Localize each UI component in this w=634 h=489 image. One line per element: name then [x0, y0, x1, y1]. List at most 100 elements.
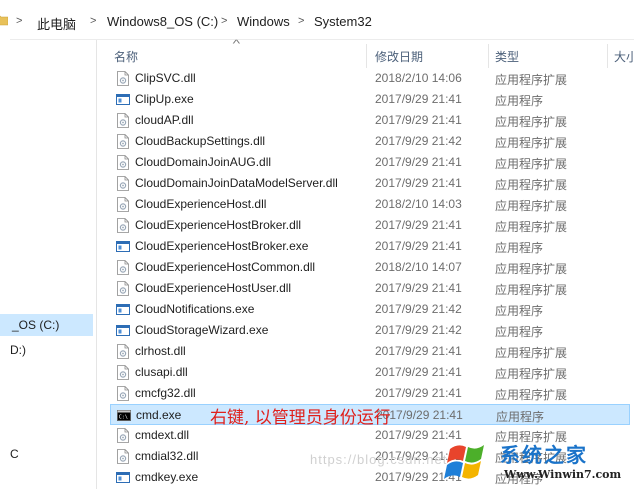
- dll-icon: [116, 113, 130, 128]
- file-type: 应用程序扩展: [495, 136, 568, 150]
- file-name: CloudExperienceHostBroker.dll: [135, 218, 302, 232]
- file-type: 应用程序: [496, 410, 545, 424]
- file-date: 2018/2/10 14:06: [375, 71, 462, 85]
- breadcrumb-separator: >: [16, 15, 23, 27]
- nav-item-c[interactable]: C: [0, 443, 93, 465]
- file-type: 应用程序扩展: [495, 262, 568, 276]
- file-type: 应用程序: [495, 325, 544, 339]
- breadcrumb-separator: >: [298, 15, 305, 27]
- file-date: 2017/9/29 21:41: [375, 239, 462, 253]
- breadcrumb-windows[interactable]: Windows: [237, 14, 290, 29]
- file-row[interactable]: CloudStorageWizard.exe 2017/9/29 21:42 应用程…: [110, 320, 630, 341]
- file-date: 2017/9/29 21:41: [375, 176, 462, 190]
- breadcrumb-drive-c[interactable]: Windows8_OS (C:): [107, 14, 218, 29]
- file-row[interactable]: CloudExperienceHostBroker.exe 2017/9/29 2…: [110, 236, 630, 257]
- column-date[interactable]: 修改日期: [375, 48, 423, 65]
- breadcrumb-system32[interactable]: System32: [314, 14, 372, 29]
- file-name: cmdext.dll: [135, 428, 190, 442]
- exe-icon: [116, 239, 130, 254]
- dll-icon: [116, 218, 130, 233]
- navigation-pane[interactable]: _OS (C:) D:) C: [0, 40, 97, 489]
- file-date: 2018/2/10 14:07: [375, 260, 462, 274]
- column-divider[interactable]: [366, 44, 367, 68]
- file-date: 2017/9/29 21:41: [375, 365, 462, 379]
- nav-item-drive-c[interactable]: _OS (C:): [0, 314, 93, 336]
- file-row[interactable]: ClipUp.exe 2017/9/29 21:41 应用程序: [110, 89, 630, 110]
- file-name: CloudNotifications.exe: [135, 302, 255, 316]
- file-date: 2017/9/29 21:41: [375, 281, 462, 295]
- file-type: 应用程序扩展: [495, 115, 568, 129]
- file-name: CloudDomainJoinDataModelServer.dll: [135, 176, 338, 190]
- file-type: 应用程序扩展: [495, 388, 568, 402]
- dll-icon: [116, 281, 130, 296]
- cmd-icon: C:\: [117, 408, 131, 423]
- dll-icon: [116, 386, 130, 401]
- file-name: cmcfg32.dll: [135, 386, 196, 400]
- file-name: cmd.exe: [136, 408, 182, 422]
- file-name: CloudExperienceHostCommon.dll: [135, 260, 316, 274]
- file-type: 应用程序扩展: [495, 283, 568, 297]
- file-name: clusapi.dll: [135, 365, 188, 379]
- file-row[interactable]: CloudBackupSettings.dll 2017/9/29 21:42 应用…: [110, 131, 630, 152]
- file-name: cmdial32.dll: [135, 449, 199, 463]
- address-bar[interactable]: > 此电脑 > Windows8_OS (C:) > Windows > Sys…: [0, 0, 634, 40]
- file-date: 2017/9/29 21:41: [375, 218, 462, 232]
- file-name: CloudExperienceHostBroker.exe: [135, 239, 309, 253]
- column-size[interactable]: 大小: [614, 48, 634, 65]
- file-row[interactable]: CloudExperienceHost.dll 2018/2/10 14:03 应用…: [110, 194, 630, 215]
- file-row[interactable]: CloudExperienceHostUser.dll 2017/9/29 21:…: [110, 278, 630, 299]
- exe-icon: [116, 470, 130, 485]
- file-type: 应用程序扩展: [495, 157, 568, 171]
- breadcrumb-this-pc[interactable]: 此电脑: [37, 14, 76, 33]
- dll-icon: [116, 365, 130, 380]
- watermark-url: https://blog.csdn.net: [310, 452, 448, 467]
- exe-icon: [116, 92, 130, 107]
- windows-logo-icon: [444, 445, 484, 479]
- dll-icon: [116, 134, 130, 149]
- file-date: 2017/9/29 21:42: [375, 134, 462, 148]
- column-header: ^ 名称 修改日期 类型 大小: [110, 39, 634, 68]
- file-row[interactable]: CloudExperienceHostBroker.dll 2017/9/29 2…: [110, 215, 630, 236]
- file-date: 2017/9/29 21:41: [375, 155, 462, 169]
- file-type: 应用程序扩展: [495, 73, 568, 87]
- dll-icon: [116, 428, 130, 443]
- file-row[interactable]: clusapi.dll 2017/9/29 21:41 应用程序扩展: [110, 362, 630, 383]
- folder-icon: [0, 15, 8, 26]
- dll-icon: [116, 71, 130, 86]
- file-row[interactable]: ClipSVC.dll 2018/2/10 14:06 应用程序扩展: [110, 68, 630, 89]
- sort-ascending-icon: ^: [232, 39, 241, 50]
- dll-icon: [116, 260, 130, 275]
- file-row[interactable]: cmcfg32.dll 2017/9/29 21:41 应用程序扩展: [110, 383, 630, 404]
- file-type: 应用程序: [495, 241, 544, 255]
- file-date: 2017/9/29 21:41: [375, 386, 462, 400]
- column-divider[interactable]: [488, 44, 489, 68]
- exe-icon: [116, 323, 130, 338]
- file-row[interactable]: CloudDomainJoinDataModelServer.dll 2017/9…: [110, 173, 630, 194]
- file-type: 应用程序扩展: [495, 220, 568, 234]
- file-name: ClipSVC.dll: [135, 71, 196, 85]
- watermark-site-url: Www.Winwin7.com: [504, 468, 622, 481]
- file-name: CloudBackupSettings.dll: [135, 134, 266, 148]
- file-row[interactable]: CloudDomainJoinAUG.dll 2017/9/29 21:41 应用程…: [110, 152, 630, 173]
- file-type: 应用程序: [495, 94, 544, 108]
- file-row[interactable]: cloudAP.dll 2017/9/29 21:41 应用程序扩展: [110, 110, 630, 131]
- file-date: 2018/2/10 14:03: [375, 197, 462, 211]
- file-row[interactable]: clrhost.dll 2017/9/29 21:41 应用程序扩展: [110, 341, 630, 362]
- dll-icon: [116, 176, 130, 191]
- column-type[interactable]: 类型: [495, 48, 519, 65]
- dll-icon: [116, 155, 130, 170]
- column-divider[interactable]: [607, 44, 608, 68]
- file-type: 应用程序扩展: [495, 178, 568, 192]
- file-date: 2017/9/29 21:41: [375, 92, 462, 106]
- watermark-logo: 系统之家 Www.Winwin7.com: [442, 437, 634, 489]
- file-row[interactable]: CloudNotifications.exe 2017/9/29 21:42 应用程…: [110, 299, 630, 320]
- file-date: 2017/9/29 21:41: [375, 113, 462, 127]
- file-type: 应用程序扩展: [495, 346, 568, 360]
- file-type: 应用程序: [495, 304, 544, 318]
- file-name: CloudDomainJoinAUG.dll: [135, 155, 272, 169]
- file-name: cloudAP.dll: [135, 113, 194, 127]
- file-name: CloudExperienceHost.dll: [135, 197, 267, 211]
- nav-item-drive-d[interactable]: D:): [0, 339, 93, 361]
- file-row[interactable]: CloudExperienceHostCommon.dll 2018/2/10 1…: [110, 257, 630, 278]
- column-name[interactable]: 名称: [114, 48, 138, 65]
